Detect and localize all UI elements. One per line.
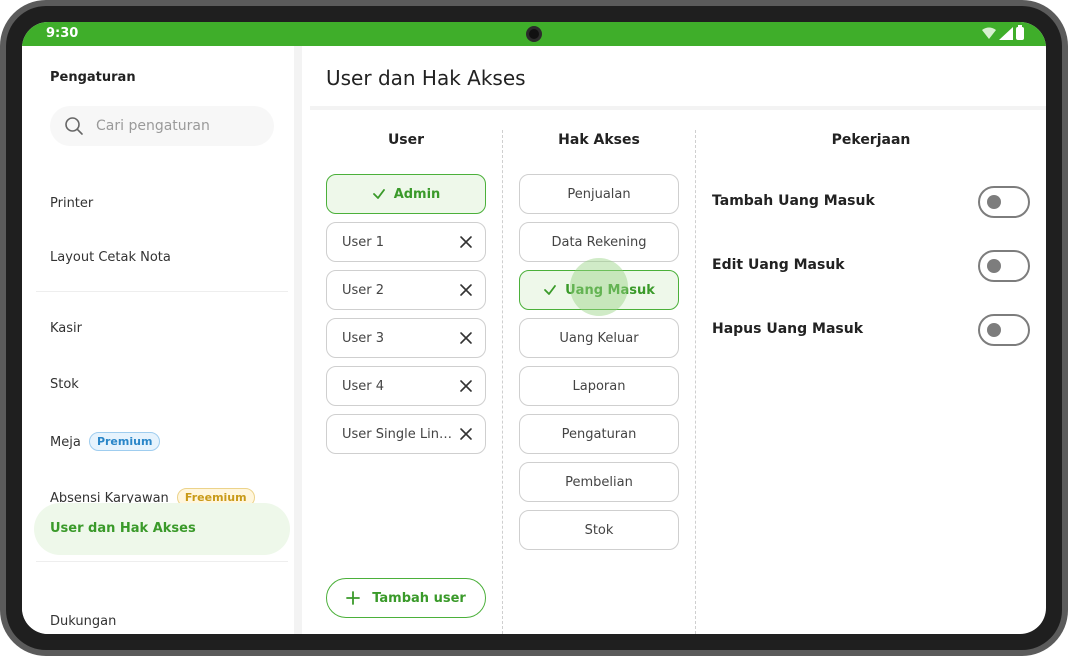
permission-label: Tambah Uang Masuk xyxy=(712,193,875,209)
plus-icon xyxy=(346,591,361,605)
permission-row-edit: Edit Uang Masuk xyxy=(712,250,1030,282)
access-item[interactable]: Laporan xyxy=(519,366,679,406)
user-column-header: User xyxy=(387,132,425,148)
access-item[interactable]: Pembelian xyxy=(519,462,679,502)
sidebar-item-kasir[interactable]: Kasir xyxy=(50,321,82,336)
page-title: User dan Hak Akses xyxy=(326,66,526,90)
access-item-label: Uang Keluar xyxy=(559,330,639,346)
search-icon xyxy=(65,117,83,135)
toggle-knob xyxy=(987,195,1001,209)
sidebar-title: Pengaturan xyxy=(50,70,136,85)
permission-toggle[interactable] xyxy=(978,314,1030,346)
screen: 9:30 Pengaturan Printer Layout Cetak Not… xyxy=(22,22,1046,634)
add-user-button[interactable]: Tambah user xyxy=(326,578,486,618)
sidebar-divider xyxy=(36,291,288,292)
battery-icon xyxy=(1016,25,1024,40)
close-icon[interactable] xyxy=(459,379,473,393)
user-item-label: User 4 xyxy=(342,379,385,394)
toggle-knob xyxy=(987,259,1001,273)
permission-label: Hapus Uang Masuk xyxy=(712,321,864,337)
touch-indicator xyxy=(570,258,628,316)
status-time: 9:30 xyxy=(46,26,79,41)
access-item-label: Stok xyxy=(584,522,614,538)
hak-akses-column-header: Hak Akses xyxy=(558,132,640,148)
search-box[interactable] xyxy=(50,106,274,146)
permission-row-hapus: Hapus Uang Masuk xyxy=(712,314,1030,346)
sidebar-item-label: Kasir xyxy=(50,321,82,336)
access-item[interactable]: Penjualan xyxy=(519,174,679,214)
sidebar-item-printer[interactable]: Printer xyxy=(50,196,93,211)
sidebar-item-user-dan-hak-akses[interactable]: User dan Hak Akses xyxy=(34,503,290,555)
user-item[interactable]: User Single Line... xyxy=(326,414,486,454)
user-item-label: User 1 xyxy=(342,235,385,250)
user-item-label: Admin xyxy=(393,186,441,202)
sidebar-item-label: User dan Hak Akses xyxy=(50,521,196,536)
premium-badge: Premium xyxy=(88,432,161,451)
user-item-admin[interactable]: Admin xyxy=(326,174,486,214)
sidebar-item-layout-cetak-nota[interactable]: Layout Cetak Nota xyxy=(50,250,171,265)
column-divider xyxy=(502,130,503,634)
close-icon[interactable] xyxy=(459,283,473,297)
pekerjaan-column-header: Pekerjaan xyxy=(831,132,911,148)
access-item-label: Pengaturan xyxy=(561,426,637,442)
access-item[interactable]: Stok xyxy=(519,510,679,550)
sidebar: Pengaturan Printer Layout Cetak Nota Kas… xyxy=(22,46,302,634)
sidebar-item-label: Dukungan xyxy=(50,614,117,629)
close-icon[interactable] xyxy=(459,235,473,249)
close-icon[interactable] xyxy=(459,331,473,345)
sidebar-item-label: Layout Cetak Nota xyxy=(50,250,171,265)
user-item-label: User Single Line... xyxy=(342,427,452,442)
toggle-knob xyxy=(987,323,1001,337)
wifi-icon xyxy=(982,27,996,39)
sidebar-item-stok[interactable]: Stok xyxy=(50,377,79,392)
check-icon xyxy=(372,189,385,199)
sidebar-item-meja[interactable]: Meja Premium xyxy=(50,432,161,451)
status-icons xyxy=(982,25,1024,40)
permission-toggle[interactable] xyxy=(978,186,1030,218)
access-item-label: Laporan xyxy=(572,378,626,394)
user-item[interactable]: User 2 xyxy=(326,270,486,310)
page-header: User dan Hak Akses xyxy=(310,46,1046,110)
column-divider xyxy=(695,130,696,634)
access-item[interactable]: Pengaturan xyxy=(519,414,679,454)
access-item-label: Data Rekening xyxy=(551,234,647,250)
permission-label: Edit Uang Masuk xyxy=(712,257,845,273)
sidebar-item-label: Meja xyxy=(50,435,81,450)
add-user-label: Tambah user xyxy=(372,590,466,606)
access-item-label: Penjualan xyxy=(567,186,631,202)
permission-toggle[interactable] xyxy=(978,250,1030,282)
sidebar-item-label: Stok xyxy=(50,377,79,392)
user-item[interactable]: User 3 xyxy=(326,318,486,358)
user-item[interactable]: User 4 xyxy=(326,366,486,406)
permission-row-tambah: Tambah Uang Masuk xyxy=(712,186,1030,218)
search-input[interactable] xyxy=(96,106,266,146)
access-item[interactable]: Data Rekening xyxy=(519,222,679,262)
user-item-label: User 3 xyxy=(342,331,385,346)
sidebar-divider xyxy=(36,561,288,562)
sidebar-item-label: Printer xyxy=(50,196,94,211)
front-camera xyxy=(526,26,542,42)
user-item[interactable]: User 1 xyxy=(326,222,486,262)
sidebar-item-dukungan[interactable]: Dukungan xyxy=(50,614,116,629)
user-item-label: User 2 xyxy=(342,283,385,298)
signal-icon xyxy=(999,27,1013,40)
status-bar: 9:30 xyxy=(22,22,1046,46)
close-icon[interactable] xyxy=(459,427,473,441)
check-icon xyxy=(544,285,557,295)
access-item[interactable]: Uang Keluar xyxy=(519,318,679,358)
access-item-label: Pembelian xyxy=(565,474,633,490)
